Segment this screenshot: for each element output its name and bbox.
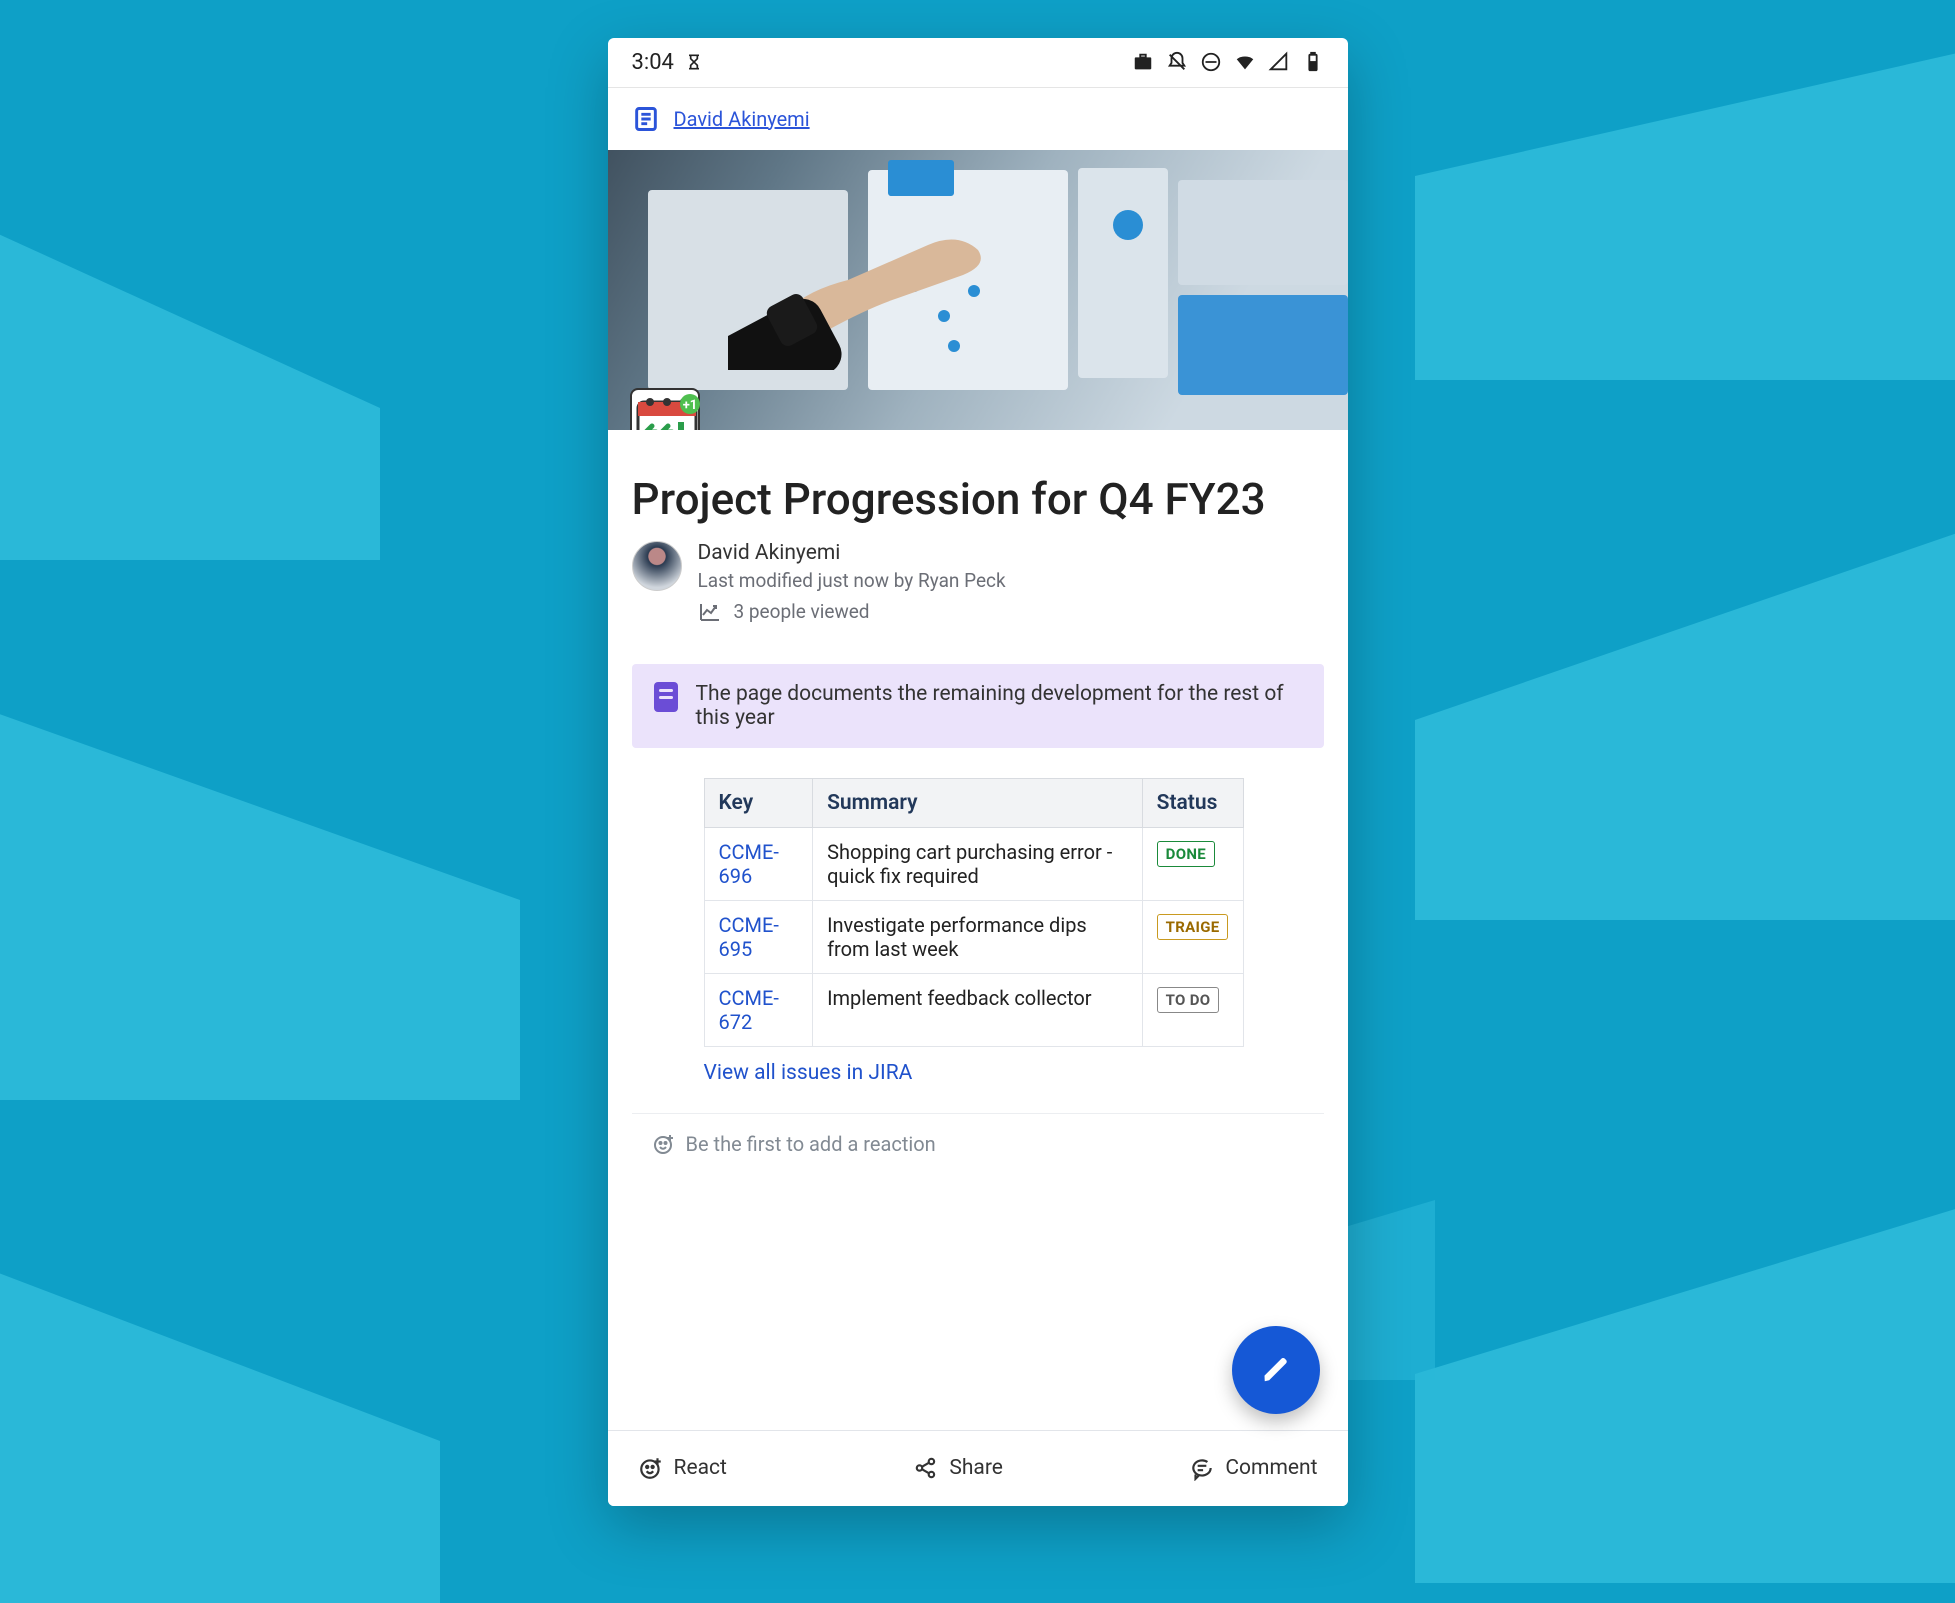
reaction-hint-text: Be the first to add a reaction bbox=[686, 1132, 936, 1156]
share-label: Share bbox=[949, 1456, 1003, 1480]
analytics-icon bbox=[698, 600, 722, 624]
mute-notification-icon bbox=[1166, 51, 1188, 73]
jira-issue-link[interactable]: CCME-672 bbox=[719, 986, 779, 1034]
breadcrumb-author-link[interactable]: David Akinyemi bbox=[674, 107, 810, 131]
jira-row: CCME-695 Investigate performance dips fro… bbox=[704, 900, 1243, 973]
jira-col-summary: Summary bbox=[813, 778, 1143, 827]
react-label: React bbox=[674, 1456, 727, 1480]
share-button[interactable]: Share bbox=[913, 1455, 1003, 1481]
jira-issue-link[interactable]: CCME-695 bbox=[719, 913, 779, 961]
status-bar: 3:04 bbox=[608, 38, 1348, 88]
jira-status-badge: DONE bbox=[1157, 841, 1215, 867]
view-all-issues-link[interactable]: View all issues in JIRA bbox=[704, 1061, 1324, 1085]
jira-summary: Shopping cart purchasing error - quick f… bbox=[813, 827, 1143, 900]
jira-issue-link[interactable]: CCME-696 bbox=[719, 840, 779, 888]
pencil-icon bbox=[1261, 1355, 1291, 1385]
views-count: 3 people viewed bbox=[734, 600, 870, 623]
page-icon bbox=[632, 105, 660, 133]
page-emoji-icon[interactable]: +1 bbox=[630, 388, 700, 430]
jira-status-badge: TRAIGE bbox=[1157, 914, 1229, 940]
comment-icon bbox=[1189, 1455, 1215, 1481]
jira-row: CCME-696 Shopping cart purchasing error -… bbox=[704, 827, 1243, 900]
status-time: 3:04 bbox=[632, 50, 674, 75]
wifi-icon bbox=[1234, 51, 1256, 73]
share-icon bbox=[913, 1455, 939, 1481]
mobile-device-frame: 3:04 David Akinyemi bbox=[608, 38, 1348, 1506]
jira-status-badge: TO DO bbox=[1157, 987, 1220, 1013]
briefcase-icon bbox=[1132, 51, 1154, 73]
page-title: Project Progression for Q4 FY23 bbox=[632, 472, 1324, 527]
jira-summary: Implement feedback collector bbox=[813, 973, 1143, 1046]
add-reaction-icon bbox=[652, 1132, 676, 1156]
breadcrumb: David Akinyemi bbox=[608, 88, 1348, 150]
sync-icon bbox=[684, 52, 704, 72]
edit-fab[interactable] bbox=[1232, 1326, 1320, 1414]
hero-image: +1 bbox=[608, 150, 1348, 430]
jira-row: CCME-672 Implement feedback collector TO D… bbox=[704, 973, 1243, 1046]
jira-summary: Investigate performance dips from last w… bbox=[813, 900, 1143, 973]
reaction-hint[interactable]: Be the first to add a reaction bbox=[632, 1113, 1324, 1216]
svg-text:+1: +1 bbox=[682, 398, 697, 413]
react-button[interactable]: React bbox=[638, 1455, 727, 1481]
react-icon bbox=[638, 1455, 664, 1481]
info-panel-icon bbox=[654, 682, 678, 712]
info-panel: The page documents the remaining develop… bbox=[632, 664, 1324, 748]
dnd-icon bbox=[1200, 51, 1222, 73]
jira-col-key: Key bbox=[704, 778, 813, 827]
info-panel-text: The page documents the remaining develop… bbox=[696, 682, 1302, 730]
signal-icon bbox=[1268, 51, 1290, 73]
bottom-action-bar: React Share Comment bbox=[608, 1430, 1348, 1506]
hero-hand-illustration bbox=[728, 190, 1008, 370]
author-avatar[interactable] bbox=[632, 541, 682, 591]
comment-label: Comment bbox=[1225, 1456, 1317, 1480]
jira-col-status: Status bbox=[1142, 778, 1243, 827]
views-row[interactable]: 3 people viewed bbox=[698, 600, 1006, 624]
author-name[interactable]: David Akinyemi bbox=[698, 541, 1006, 565]
battery-icon bbox=[1302, 51, 1324, 73]
last-modified-text: Last modified just now by Ryan Peck bbox=[698, 569, 1006, 592]
comment-button[interactable]: Comment bbox=[1189, 1455, 1317, 1481]
jira-issues-table: Key Summary Status CCME-696 Shopping cart… bbox=[704, 778, 1324, 1085]
